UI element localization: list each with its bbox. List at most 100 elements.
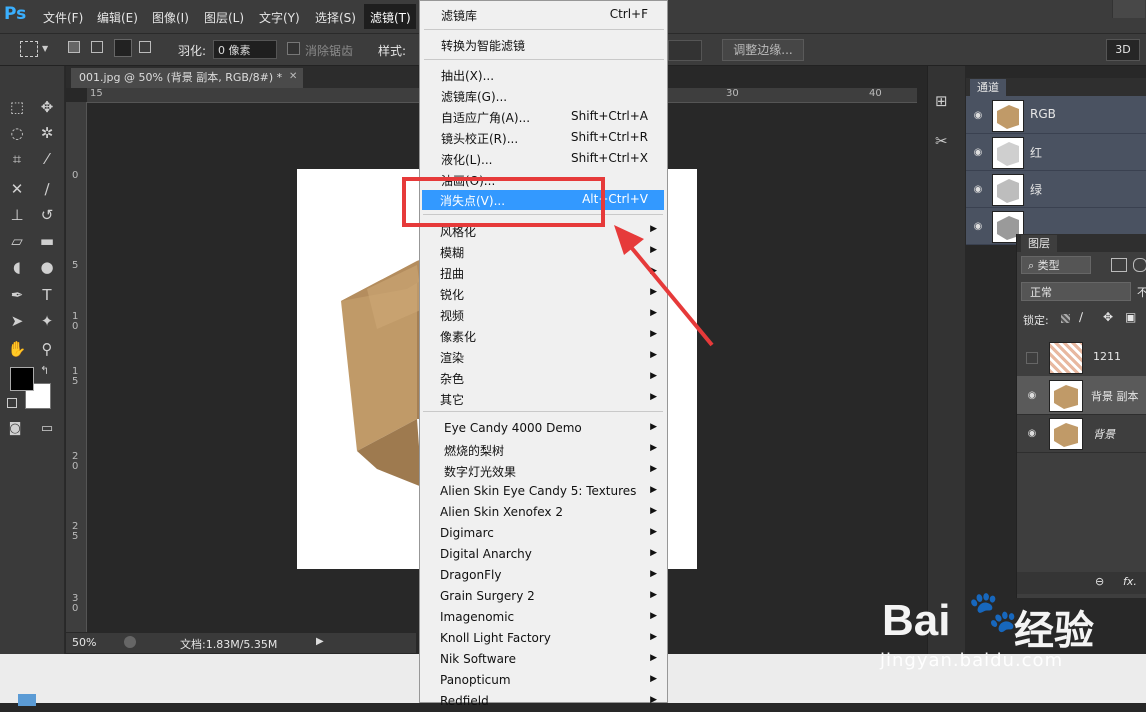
menu-item-plugin[interactable]: Alien Skin Xenofex 2 ▶ bbox=[419, 502, 666, 523]
eye-icon[interactable]: ◉ bbox=[1025, 428, 1039, 439]
workspace-3d-button[interactable]: 3D bbox=[1106, 39, 1140, 61]
menu-item-plugin[interactable]: Redfield ▶ bbox=[419, 691, 666, 712]
feather-input[interactable]: 0 像素 bbox=[213, 40, 277, 59]
menu-item-plugin[interactable]: Grain Surgery 2 ▶ bbox=[419, 586, 666, 607]
lock-pixels-icon[interactable]: ∕ bbox=[1079, 310, 1083, 324]
menu-item-plugin[interactable]: Imagenomic ▶ bbox=[419, 607, 666, 628]
layer-filter-select[interactable]: ⌕ 类型 bbox=[1021, 256, 1091, 274]
eye-icon[interactable]: ◉ bbox=[971, 110, 985, 121]
channel-row[interactable]: ◉ 绿 bbox=[966, 170, 1146, 208]
status-menu-arrow-icon[interactable]: ▶ bbox=[316, 636, 324, 647]
height-field[interactable] bbox=[668, 40, 702, 61]
quick-mask-icon[interactable]: ◙ bbox=[2, 418, 28, 440]
menu-item-filter-gallery-last[interactable]: 滤镜库 Ctrl+F bbox=[420, 4, 667, 25]
menu-item-plugin[interactable]: Digimarc ▶ bbox=[419, 523, 666, 544]
menu-item-plugin[interactable]: Panopticum ▶ bbox=[419, 670, 666, 691]
blur-icon[interactable]: ◖ bbox=[4, 256, 30, 278]
close-tab-icon[interactable]: ✕ bbox=[289, 71, 297, 82]
menu-item-extract[interactable]: 抽出(X)... bbox=[420, 64, 667, 85]
gradient-icon[interactable]: ▬ bbox=[34, 230, 60, 252]
healing-icon[interactable]: ✕ bbox=[4, 178, 30, 200]
pen-icon[interactable]: ✒ bbox=[4, 284, 30, 306]
eraser-icon[interactable]: ▱ bbox=[4, 230, 30, 252]
swap-colors-icon[interactable]: ↰ bbox=[40, 364, 49, 377]
menu-item-noise[interactable]: 杂色 ▶ bbox=[419, 367, 666, 388]
zoom-level[interactable]: 50% bbox=[72, 636, 96, 649]
menu-item-other[interactable]: 其它 ▶ bbox=[419, 388, 666, 409]
hand-icon[interactable]: ✋ bbox=[4, 338, 30, 360]
watermark-brand: Bai bbox=[882, 596, 951, 645]
zoom-icon[interactable]: ⚲ bbox=[34, 338, 60, 360]
blend-mode-select[interactable]: 正常 bbox=[1021, 282, 1131, 301]
filter-adjustment-icon[interactable] bbox=[1133, 258, 1146, 272]
antialias-checkbox[interactable] bbox=[287, 42, 300, 55]
menu-item-plugin[interactable]: Alien Skin Eye Candy 5: Textures ▶ bbox=[419, 481, 666, 502]
menu-layer[interactable]: 图层(L) bbox=[204, 9, 244, 26]
filter-image-icon[interactable] bbox=[1111, 258, 1127, 272]
layer-row[interactable]: ◉ 背景 副本 bbox=[1017, 376, 1146, 415]
minimize-button[interactable] bbox=[1112, 0, 1145, 18]
layer-row[interactable]: ◉ 背景 bbox=[1017, 414, 1146, 453]
menu-item-lens-correction[interactable]: 镜头校正(R)... Shift+Ctrl+R bbox=[420, 127, 667, 148]
move-icon[interactable]: ✥ bbox=[34, 96, 60, 118]
menu-item-plugin[interactable]: DragonFly ▶ bbox=[419, 565, 666, 586]
eye-icon[interactable]: ◉ bbox=[1025, 390, 1039, 401]
intersect-selection-icon[interactable] bbox=[139, 41, 151, 53]
lasso-icon[interactable]: ◌ bbox=[4, 122, 30, 144]
dodge-icon[interactable]: ● bbox=[34, 256, 60, 278]
brush-icon[interactable]: ∕ bbox=[34, 178, 60, 200]
tab-layers[interactable]: 图层 bbox=[1021, 235, 1057, 252]
menu-select[interactable]: 选择(S) bbox=[315, 9, 356, 26]
tools-preset-icon[interactable]: ✂ bbox=[935, 132, 948, 150]
eye-icon[interactable]: ◉ bbox=[971, 147, 985, 158]
eyedropper-icon[interactable]: ⁄ bbox=[34, 148, 60, 170]
lock-transparency-icon[interactable] bbox=[1061, 314, 1070, 323]
menu-type[interactable]: 文字(Y) bbox=[259, 9, 300, 26]
menu-image[interactable]: 图像(I) bbox=[152, 9, 189, 26]
channel-row[interactable]: ◉ 红 bbox=[966, 133, 1146, 171]
default-colors-icon[interactable] bbox=[7, 398, 17, 408]
menu-item-filter-gallery[interactable]: 滤镜库(G)... bbox=[420, 85, 667, 106]
menu-file[interactable]: 文件(F) bbox=[43, 9, 83, 26]
file-icon[interactable] bbox=[18, 694, 36, 706]
lock-position-icon[interactable]: ✥ bbox=[1103, 310, 1113, 324]
chevron-down-icon[interactable]: ▼ bbox=[42, 44, 48, 53]
marquee-tool-icon[interactable] bbox=[20, 41, 38, 57]
menu-item-adaptive-wide-angle[interactable]: 自适应广角(A)... Shift+Ctrl+A bbox=[420, 106, 667, 127]
subtract-selection-icon[interactable] bbox=[114, 39, 132, 57]
type-icon[interactable]: T bbox=[34, 284, 60, 306]
magic-wand-icon[interactable]: ✲ bbox=[34, 122, 60, 144]
history-brush-icon[interactable]: ↺ bbox=[34, 204, 60, 226]
menu-item-plugin[interactable]: Eye Candy 4000 Demo ▶ bbox=[419, 418, 666, 439]
menu-filter[interactable]: 滤镜(T) bbox=[364, 4, 416, 29]
eye-icon[interactable]: ◉ bbox=[971, 221, 985, 232]
menu-item-plugin[interactable]: 数字灯光效果 ▶ bbox=[419, 460, 666, 481]
menu-item-plugin[interactable]: Digital Anarchy ▶ bbox=[419, 544, 666, 565]
menu-item-liquify[interactable]: 液化(L)... Shift+Ctrl+X bbox=[420, 148, 667, 169]
ruler-left-label: 3 0 bbox=[72, 593, 79, 614]
layer-row[interactable]: 1211 bbox=[1017, 338, 1146, 377]
lock-all-icon[interactable]: ▣ bbox=[1125, 310, 1136, 324]
visibility-toggle[interactable] bbox=[1026, 352, 1038, 364]
eye-icon[interactable]: ◉ bbox=[971, 184, 985, 195]
menu-item-convert-smart-filter[interactable]: 转换为智能滤镜 bbox=[420, 34, 667, 55]
channel-row[interactable]: ◉ RGB bbox=[966, 96, 1146, 134]
status-icon[interactable] bbox=[124, 636, 136, 648]
menu-item-plugin[interactable]: Nik Software ▶ bbox=[419, 649, 666, 670]
refine-edge-button[interactable]: 调整边缘... bbox=[722, 39, 804, 61]
menu-item-plugin[interactable]: Knoll Light Factory ▶ bbox=[419, 628, 666, 649]
menu-item-plugin[interactable]: 燃烧的梨树 ▶ bbox=[419, 439, 666, 460]
menu-edit[interactable]: 编辑(E) bbox=[97, 9, 138, 26]
screen-mode-icon[interactable]: ▭ bbox=[34, 418, 60, 440]
crop-icon[interactable]: ⌗ bbox=[4, 148, 30, 170]
path-select-icon[interactable]: ➤ bbox=[4, 310, 30, 332]
shape-icon[interactable]: ✦ bbox=[34, 310, 60, 332]
document-tab[interactable]: 001.jpg @ 50% (背景 副本, RGB/8#) * bbox=[71, 68, 303, 88]
rect-marquee-icon[interactable]: ⬚ bbox=[4, 96, 30, 118]
history-panel-icon[interactable]: ⊞ bbox=[935, 92, 948, 110]
stamp-icon[interactable]: ⊥ bbox=[4, 204, 30, 226]
new-selection-icon[interactable] bbox=[68, 41, 80, 53]
add-selection-icon[interactable] bbox=[91, 41, 103, 53]
foreground-color-swatch[interactable] bbox=[10, 367, 34, 391]
tab-channels[interactable]: 通道 bbox=[970, 79, 1006, 96]
